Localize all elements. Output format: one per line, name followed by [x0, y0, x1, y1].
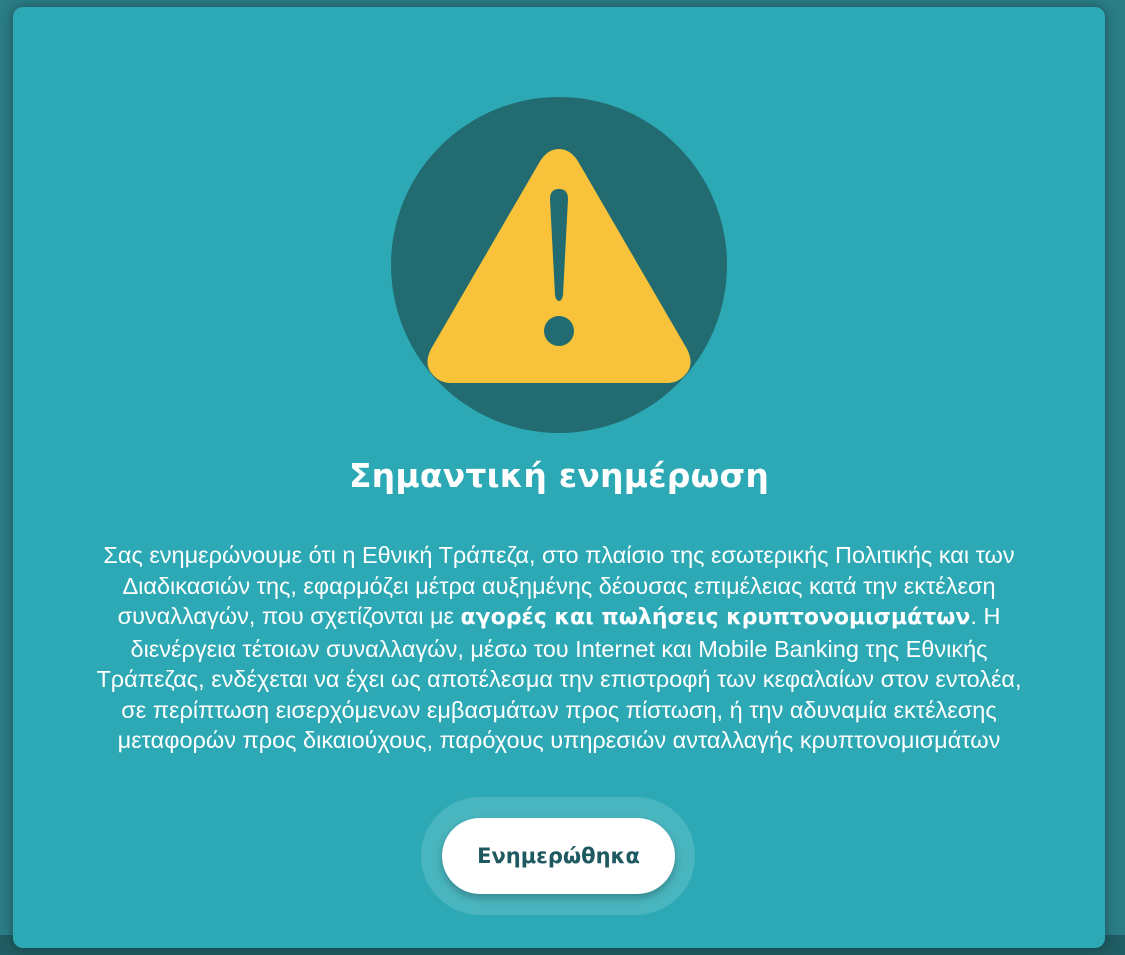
acknowledge-button[interactable]: Ενημερώθηκα [442, 818, 675, 894]
dialog-message: Σας ενημερώνουμε ότι η Εθνική Τράπεζα, σ… [83, 540, 1035, 756]
message-highlight: αγορές και πωλήσεις κρυπτονομισμάτων [460, 605, 971, 630]
page: { "dialog": { "icon": "warning-icon", "t… [0, 0, 1125, 955]
dialog-title: Σημαντική ενημέρωση [348, 456, 770, 495]
warning-icon [391, 97, 727, 433]
warning-triangle-icon [427, 149, 691, 383]
important-notice-dialog: Σημαντική ενημέρωση Σας ενημερώνουμε ότι… [13, 7, 1105, 948]
